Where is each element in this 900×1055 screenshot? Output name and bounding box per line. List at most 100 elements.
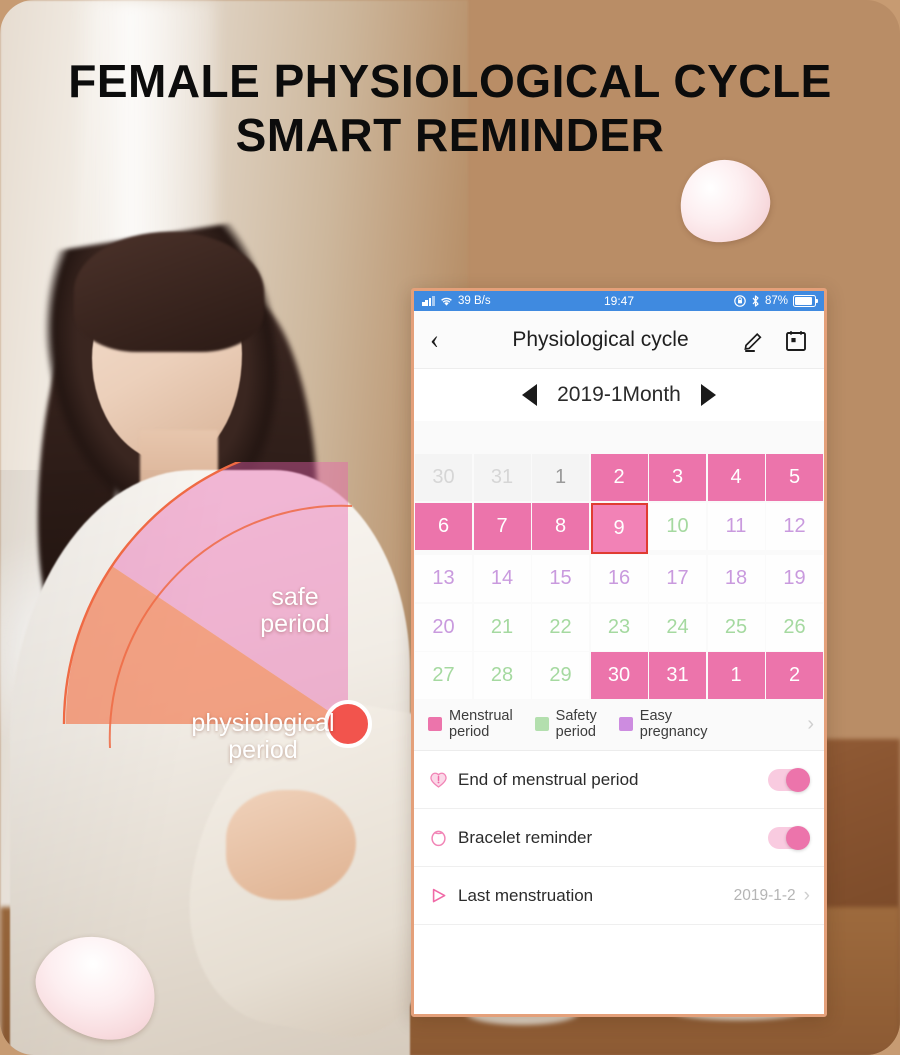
legend-item: Safety period	[534, 708, 597, 740]
calendar-day-cell[interactable]: 2	[590, 454, 648, 501]
calendar-day-cell[interactable]: 15	[532, 555, 589, 602]
battery-icon	[793, 295, 819, 307]
calendar-day-cell[interactable]: 28	[473, 652, 531, 699]
calendar-day-cell[interactable]: 11	[707, 502, 765, 550]
calendar-day-cell[interactable]: 30	[590, 652, 648, 699]
calendar-day-cell[interactable]: 23	[590, 603, 648, 651]
setting-label: Bracelet reminder	[458, 827, 593, 847]
page-title: Physiological cycle	[512, 327, 689, 351]
physiological-period-label: physiological period	[138, 710, 388, 763]
toggle-end-of-menstrual-period[interactable]	[768, 767, 810, 792]
poster-root: FEMALE PHYSIOLOGICAL CYCLE SMART REMINDE…	[0, 0, 900, 1055]
heart-alert-icon	[428, 769, 454, 790]
play-triangle-icon	[428, 885, 454, 906]
calendar-grid: 30 31 1 2 3 4 5 6 7 8 9 10 11 12 13 14 15 16 17 18 19 20 21 22 2…	[414, 454, 824, 699]
calendar-day-cell[interactable]: 17	[649, 555, 706, 602]
calendar-day-cell[interactable]: 21	[473, 603, 531, 651]
setting-row-end-of-menstrual-period[interactable]: End of menstrual period	[414, 751, 824, 810]
calendar-day-cell[interactable]: 18	[707, 555, 765, 602]
calendar-day-cell[interactable]: 2	[766, 652, 823, 699]
legend-item: Easy pregnancy	[618, 708, 708, 740]
legend-safety-line-2: period	[555, 724, 596, 741]
legend-label-safety: Safety period	[556, 708, 597, 740]
status-bar-time: 19:47	[603, 294, 635, 308]
setting-row-last-menstruation[interactable]: Last menstruation 2019-1-2 ›	[414, 867, 824, 926]
calendar-top-spacer	[414, 421, 824, 454]
legend-swatch-safety	[534, 717, 549, 732]
calendar-legend[interactable]: Menstrual period Safety period Easy preg…	[414, 699, 824, 752]
safe-label-line-1: safe	[271, 583, 319, 611]
calendar-icon[interactable]	[784, 328, 808, 352]
calendar-day-cell[interactable]: 26	[766, 603, 823, 651]
calendar-day-cell[interactable]: 29	[532, 652, 589, 699]
pencil-edit-icon[interactable]	[741, 327, 767, 353]
headline-line-2: SMART REMINDER	[235, 109, 665, 162]
physio-label-line-2: period	[228, 735, 298, 764]
nav-actions	[741, 327, 808, 353]
phone-screenshot: 39 B/s 19:47 87% ‹ Physiological cycle 2…	[411, 288, 827, 1017]
legend-menstrual-line-1: Menstrual	[449, 708, 513, 724]
month-selector: 2019-1Month	[414, 369, 824, 421]
calendar-day-cell[interactable]: 9	[590, 502, 648, 554]
calendar-day-cell[interactable]: 31	[473, 454, 531, 501]
calendar-day-cell[interactable]: 19	[766, 555, 823, 602]
legend-swatch-menstrual	[428, 717, 442, 732]
toggle-knob	[786, 767, 810, 792]
wifi-icon	[441, 297, 452, 306]
calendar-day-cell[interactable]: 31	[649, 652, 706, 699]
chevron-right-icon[interactable]: ›	[804, 885, 810, 907]
status-bar-right: 87%	[634, 295, 819, 307]
calendar-day-cell[interactable]: 1	[532, 454, 589, 501]
calendar-day-cell[interactable]: 4	[707, 454, 765, 501]
network-speed-text: 39 B/s	[458, 295, 491, 307]
calendar-day-cell[interactable]: 24	[649, 603, 706, 651]
phone-blank-area	[414, 925, 824, 1014]
calendar-day-cell[interactable]: 5	[766, 454, 823, 501]
toggle-bracelet-reminder[interactable]	[768, 825, 810, 850]
prev-month-button[interactable]	[522, 384, 538, 406]
legend-safety-line-1: Safety	[555, 708, 597, 724]
legend-label-easy: Easy pregnancy	[640, 708, 708, 740]
calendar-day-cell[interactable]: 6	[415, 502, 472, 550]
chevron-right-icon[interactable]: ›	[807, 713, 814, 736]
calendar-day-cell[interactable]: 12	[766, 502, 823, 550]
calendar-day-cell[interactable]: 27	[415, 652, 472, 699]
calendar-day-cell[interactable]: 13	[415, 555, 472, 602]
poster-headline: FEMALE PHYSIOLOGICAL CYCLE SMART REMINDE…	[0, 54, 900, 163]
setting-label: End of menstrual period	[458, 769, 639, 789]
headline-line-1: FEMALE PHYSIOLOGICAL CYCLE	[68, 55, 832, 107]
legend-easy-line-1: Easy	[639, 708, 673, 724]
next-month-button[interactable]	[700, 384, 716, 406]
legend-swatch-easy	[618, 717, 633, 732]
calendar-day-cell[interactable]: 30	[415, 454, 472, 501]
safe-period-label: safe period	[230, 584, 360, 637]
physio-label-line-1: physiological	[191, 709, 335, 737]
back-button[interactable]: ‹	[430, 326, 460, 353]
bracelet-ring-icon	[428, 827, 454, 848]
legend-easy-line-2: pregnancy	[639, 724, 708, 741]
calendar-day-cell[interactable]: 25	[707, 603, 765, 651]
rotation-lock-icon	[734, 295, 746, 307]
model-hair-fringe	[74, 232, 264, 352]
legend-item: Menstrual period	[428, 708, 513, 740]
setting-row-bracelet-reminder[interactable]: Bracelet reminder	[414, 809, 824, 868]
legend-label-menstrual: Menstrual period	[449, 708, 513, 740]
calendar-day-cell[interactable]: 20	[415, 603, 472, 651]
calendar-day-cell[interactable]: 14	[473, 555, 531, 602]
calendar-day-cell[interactable]: 3	[649, 454, 706, 501]
calendar-day-cell[interactable]: 10	[649, 502, 706, 550]
battery-percent-text: 87%	[764, 295, 788, 307]
legend-menstrual-line-2: period	[449, 724, 490, 741]
calendar-day-cell[interactable]: 8	[532, 502, 589, 550]
status-bar: 39 B/s 19:47 87%	[414, 291, 824, 311]
last-menstruation-value: 2019-1-2	[733, 886, 796, 904]
app-nav-bar: ‹ Physiological cycle	[414, 311, 824, 369]
calendar-day-cell[interactable]: 16	[590, 555, 648, 602]
cycle-radial-diagram: safe period physiological period	[52, 462, 416, 814]
bluetooth-icon	[752, 295, 759, 307]
setting-label: Last menstruation	[458, 885, 594, 905]
calendar-day-cell[interactable]: 22	[532, 603, 589, 651]
safe-label-line-2: period	[260, 609, 330, 638]
calendar-day-cell[interactable]: 1	[707, 652, 765, 699]
calendar-day-cell[interactable]: 7	[473, 502, 531, 550]
